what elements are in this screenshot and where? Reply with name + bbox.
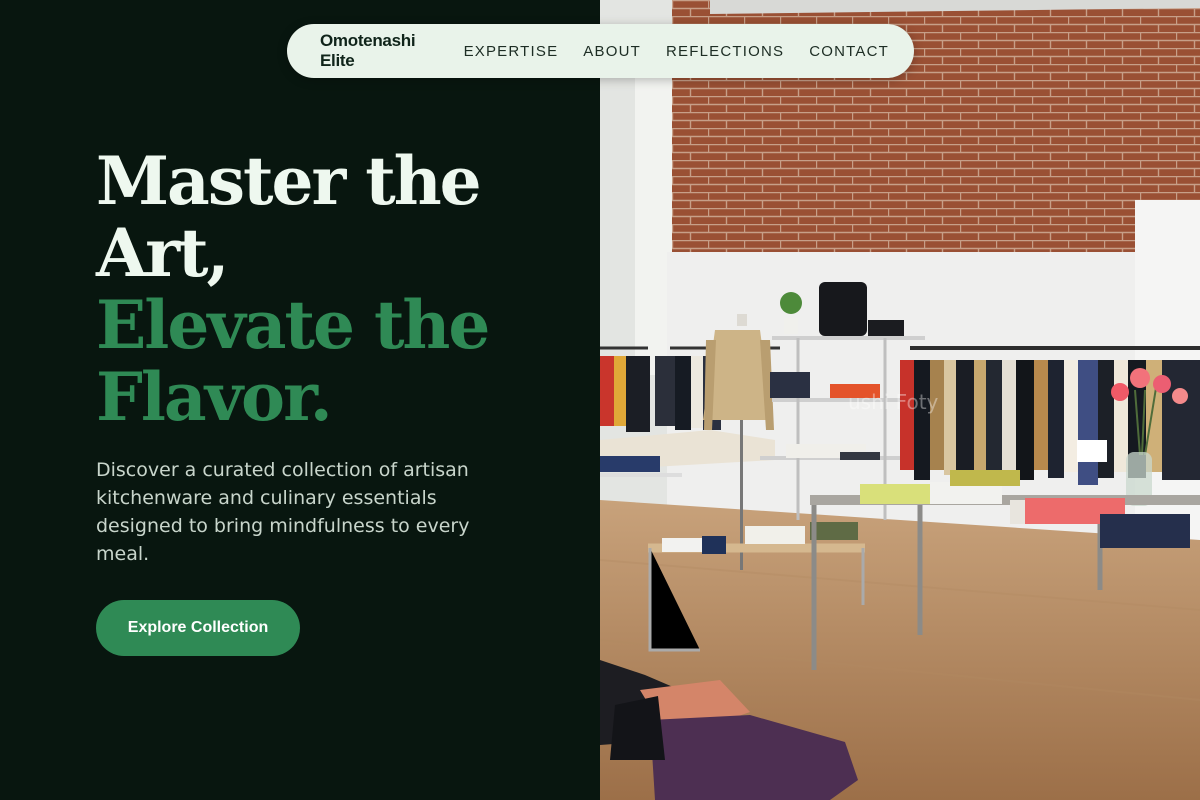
hero-title-line-1: Master the: [96, 142, 482, 220]
hero-section: Master the Art, Elevate the Flavor.: [96, 145, 566, 433]
hero-title: Master the Art, Elevate the Flavor.: [96, 145, 566, 433]
nav-link-contact[interactable]: CONTACT: [809, 43, 889, 60]
hero-title-line-2: Art,: [96, 214, 229, 292]
hero-description: Discover a curated collection of artisan…: [96, 459, 470, 565]
top-navigation-bar: Omotenashi Elite EXPERTISE ABOUT REFLECT…: [287, 24, 914, 78]
right-clothing-rack: [900, 346, 1200, 485]
hero-accent-line-2: Flavor.: [96, 358, 333, 436]
photo-watermark: ushi Foty: [848, 390, 939, 414]
nav-link-about[interactable]: ABOUT: [583, 43, 641, 60]
explore-collection-button[interactable]: Explore Collection: [96, 600, 300, 656]
hero-accent-line-1: Elevate the: [96, 286, 490, 364]
nav-link-expertise[interactable]: EXPERTISE: [464, 43, 559, 60]
nav-link-reflections[interactable]: REFLECTIONS: [666, 43, 784, 60]
brand-logo[interactable]: Omotenashi Elite: [320, 31, 417, 71]
